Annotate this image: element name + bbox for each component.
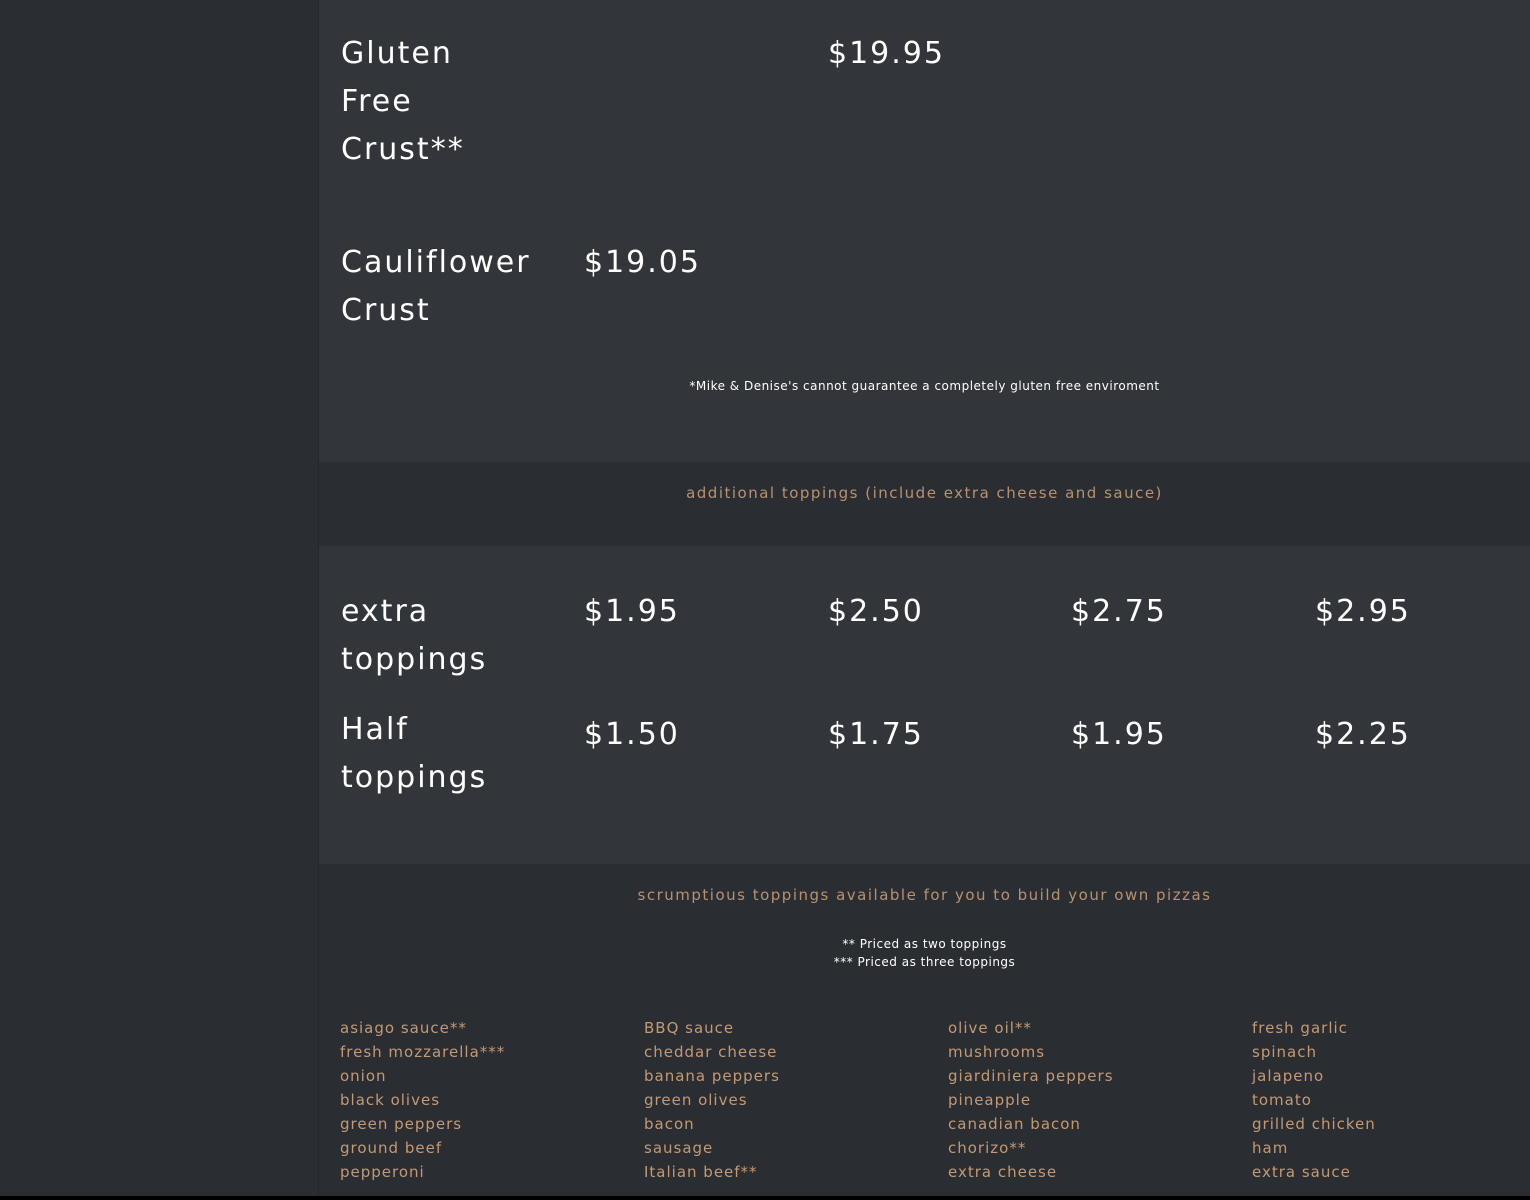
extra-toppings-price-large: $2.75 — [1071, 594, 1167, 629]
name-line: Cauliflower — [341, 245, 531, 280]
topping-item: Italian beef** — [644, 1163, 758, 1181]
toppings-column-2: BBQ sauce cheddar cheese banana peppers … — [644, 1016, 944, 1184]
name-line: extra — [341, 594, 430, 629]
topping-item: sausage — [644, 1139, 714, 1157]
topping-item: asiago sauce** — [340, 1019, 467, 1037]
topping-item: spinach — [1252, 1043, 1317, 1061]
cauliflower-crust-name: Cauliflower Crust — [341, 239, 531, 335]
menu-content: Gluten Free Crust** $19.95 Cauliflower C… — [319, 0, 1530, 1196]
left-sidebar — [0, 0, 319, 1200]
build-your-own-title: scrumptious toppings available for you t… — [637, 886, 1212, 904]
name-line: Half — [341, 712, 409, 747]
topping-item: ham — [1252, 1139, 1289, 1157]
name-line: toppings — [341, 642, 488, 677]
legend-line: *** Priced as three toppings — [833, 955, 1016, 969]
name-line: Crust — [341, 293, 431, 328]
gluten-free-crust-price: $19.95 — [828, 36, 945, 71]
topping-item: ground beef — [340, 1139, 443, 1157]
name-line: Gluten — [341, 36, 453, 71]
topping-item: extra cheese — [948, 1163, 1058, 1181]
specialty-crust-panel: Gluten Free Crust** $19.95 Cauliflower C… — [319, 0, 1530, 462]
topping-item: extra sauce — [1252, 1163, 1351, 1181]
topping-item: pineapple — [948, 1091, 1032, 1109]
topping-item: mushrooms — [948, 1043, 1046, 1061]
legend-line: ** Priced as two toppings — [842, 937, 1007, 951]
gluten-free-disclaimer: *Mike & Denise's cannot guarantee a comp… — [689, 379, 1160, 393]
topping-item: onion — [340, 1067, 387, 1085]
topping-item: fresh garlic — [1252, 1019, 1348, 1037]
half-toppings-price-large: $1.95 — [1071, 717, 1167, 752]
extra-toppings-name: extra toppings — [341, 588, 487, 684]
extra-toppings-price-medium: $2.50 — [828, 594, 924, 629]
half-toppings-price-medium: $1.75 — [828, 717, 924, 752]
topping-item: black olives — [340, 1091, 441, 1109]
half-toppings-price-xlarge: $2.25 — [1315, 717, 1411, 752]
extra-toppings-price-xlarge: $2.95 — [1315, 594, 1411, 629]
name-line: Free — [341, 84, 413, 119]
bottom-edge — [0, 1196, 1530, 1200]
pricing-legend: ** Priced as two toppings *** Priced as … — [319, 935, 1530, 971]
name-line: toppings — [341, 760, 488, 795]
additional-toppings-panel: extra toppings $1.95 $2.50 $2.75 $2.95 H… — [319, 546, 1530, 864]
half-toppings-price-small: $1.50 — [584, 717, 680, 752]
topping-item: BBQ sauce — [644, 1019, 735, 1037]
topping-item: chorizo** — [948, 1139, 1027, 1157]
topping-item: banana peppers — [644, 1067, 780, 1085]
toppings-column-1: asiago sauce** fresh mozzarella*** onion… — [340, 1016, 640, 1184]
topping-item: pepperoni — [340, 1163, 425, 1181]
topping-item: cheddar cheese — [644, 1043, 778, 1061]
topping-item: fresh mozzarella*** — [340, 1043, 506, 1061]
topping-item: tomato — [1252, 1091, 1312, 1109]
cauliflower-crust-price: $19.05 — [584, 245, 701, 280]
topping-item: olive oil** — [948, 1019, 1032, 1037]
extra-toppings-price-small: $1.95 — [584, 594, 680, 629]
name-line: Crust** — [341, 132, 465, 167]
topping-item: jalapeno — [1252, 1067, 1325, 1085]
half-toppings-name: Half toppings — [341, 706, 487, 802]
toppings-column-4: fresh garlic spinach jalapeno tomato gri… — [1252, 1016, 1530, 1184]
additional-toppings-title: additional toppings (include extra chees… — [686, 484, 1163, 502]
topping-item: giardiniera peppers — [948, 1067, 1114, 1085]
topping-item: grilled chicken — [1252, 1115, 1376, 1133]
gluten-free-crust-name: Gluten Free Crust** — [341, 30, 465, 174]
additional-toppings-header: additional toppings (include extra chees… — [319, 462, 1530, 546]
topping-item: green peppers — [340, 1115, 463, 1133]
topping-item: canadian bacon — [948, 1115, 1081, 1133]
toppings-column-3: olive oil** mushrooms giardiniera pepper… — [948, 1016, 1248, 1184]
topping-item: green olives — [644, 1091, 748, 1109]
topping-item: bacon — [644, 1115, 695, 1133]
